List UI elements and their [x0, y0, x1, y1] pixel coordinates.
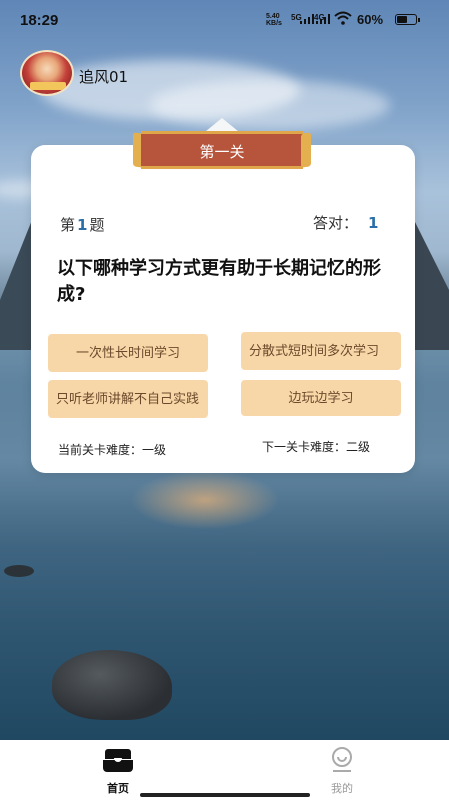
rock — [52, 650, 172, 720]
avatar[interactable] — [20, 50, 74, 96]
question-text: 以下哪种学习方式更有助于长期记忆的形成? — [57, 258, 381, 305]
username: 追风01 — [79, 68, 129, 86]
battery-icon — [395, 14, 420, 25]
home-indicator[interactable] — [140, 793, 310, 797]
status-time: 18:29 — [20, 12, 59, 29]
correct-count: 答对： 1 — [313, 214, 379, 232]
option-3-button[interactable]: 只听老师讲解不自己实践 — [48, 380, 208, 418]
signal-bars-icon — [316, 14, 330, 24]
cloud — [150, 80, 390, 130]
small-rock — [4, 565, 34, 577]
bottom-tab-bar: 首页 我的 — [0, 740, 449, 800]
quiz-card — [31, 145, 415, 473]
status-bar: 18:29 5.40 KB/s 5G 4G 60% — [0, 0, 449, 36]
signal-bars-icon — [300, 14, 314, 24]
option-4-button[interactable]: 边玩边学习 — [241, 380, 401, 416]
option-2-button[interactable]: 分散式短时间多次学习 — [241, 332, 401, 370]
battery-percent: 60% — [357, 12, 384, 27]
option-1-button[interactable]: 一次性长时间学习 — [48, 334, 208, 372]
sunset-reflection — [130, 470, 280, 530]
level-banner: 第一关 — [133, 131, 311, 171]
current-difficulty: 当前关卡难度：一级 — [58, 443, 167, 457]
wifi-icon — [334, 11, 352, 25]
profile-icon — [327, 746, 357, 774]
tab-profile[interactable]: 我的 — [302, 746, 382, 796]
next-difficulty: 下一关卡难度：二级 — [262, 440, 371, 454]
home-icon — [103, 746, 133, 774]
net-speed: 5.40 KB/s — [266, 13, 282, 27]
tab-profile-label: 我的 — [331, 782, 353, 795]
level-title: 第一关 — [199, 143, 245, 161]
question-number: 第1题 — [60, 216, 105, 234]
tab-home[interactable]: 首页 — [78, 746, 158, 796]
